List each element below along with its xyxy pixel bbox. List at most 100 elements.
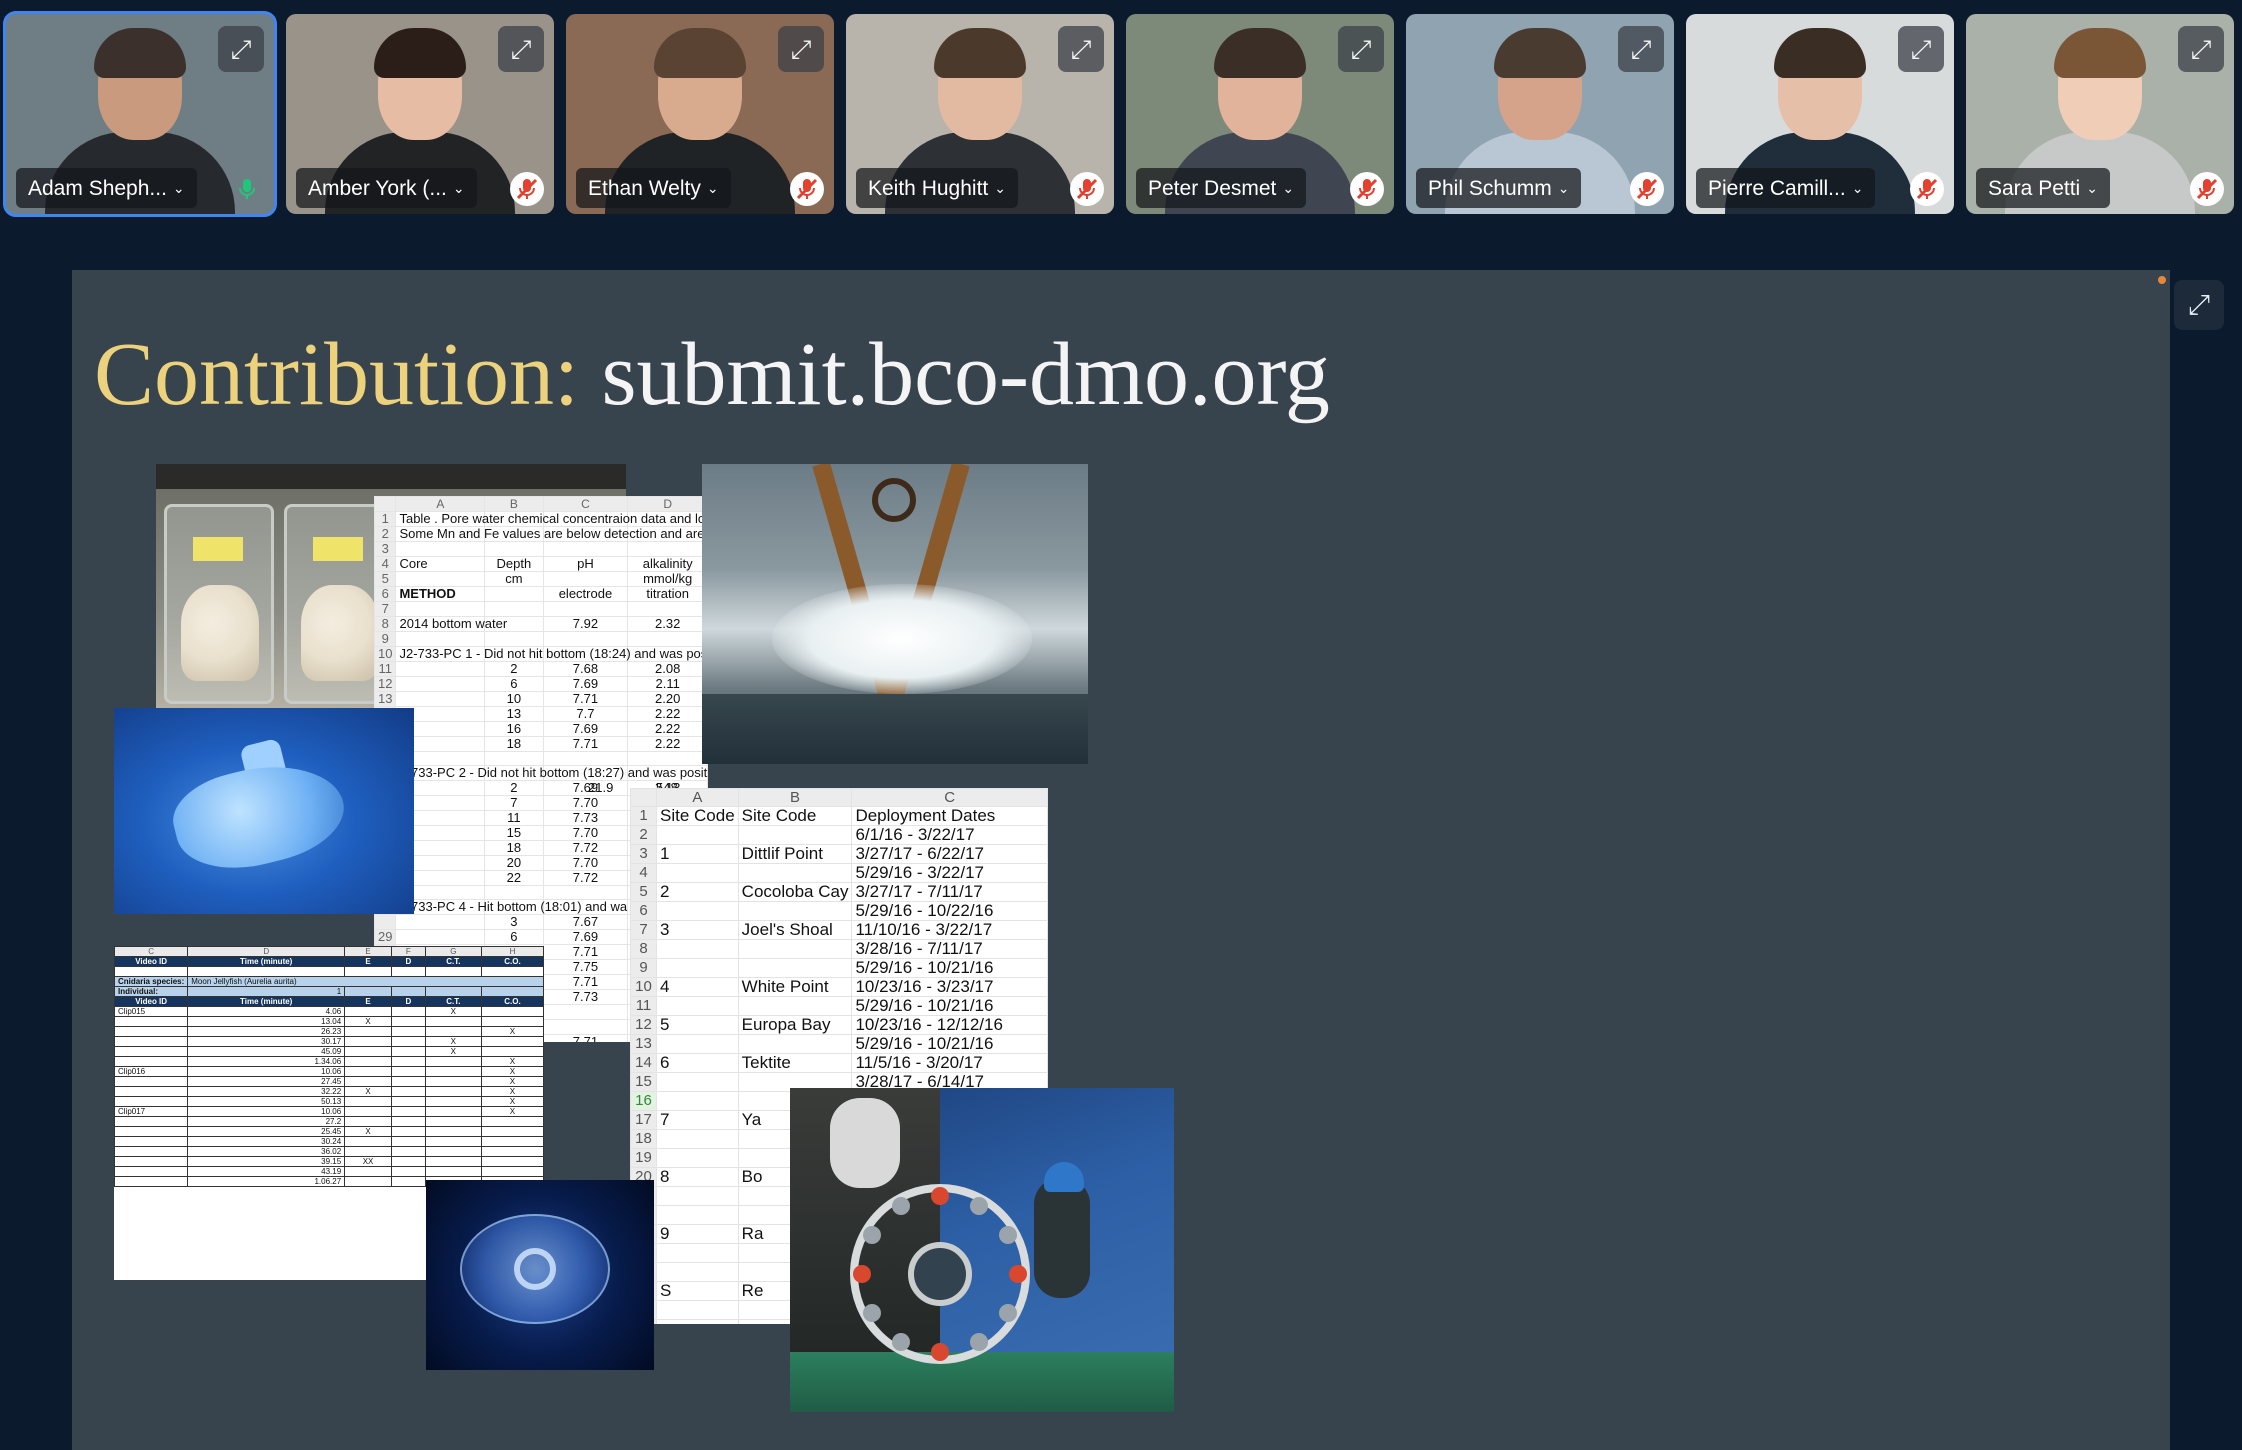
participant-tile[interactable]: ⤢ Peter Desmet ⌄ <box>1126 14 1394 214</box>
table-cell <box>424 985 482 997</box>
mic-muted-icon[interactable] <box>1070 172 1104 206</box>
mic-on-icon[interactable] <box>230 172 264 206</box>
table-cell: 6 <box>630 901 657 921</box>
slide-title: Contribution: submit.bco-dmo.org <box>94 320 1330 430</box>
table-cell: White Point <box>737 977 853 997</box>
table-cell <box>656 1205 739 1225</box>
table-cell: 11 <box>374 661 397 677</box>
table-cell <box>424 1085 482 1097</box>
table-cell: 7.69 <box>542 721 629 737</box>
table-row: 12 5 Europa Bay 10/23/16 - 12/12/16 <box>630 1015 1048 1035</box>
table-cell <box>390 1065 426 1077</box>
table-cell <box>627 750 708 767</box>
table-row: 13.04 X <box>114 1015 544 1027</box>
table-cell <box>480 1035 544 1047</box>
expand-icon[interactable]: ⤢ <box>218 26 264 72</box>
table-cell: 11 <box>484 810 544 827</box>
expand-icon[interactable]: ⤢ <box>1898 26 1944 72</box>
corner-cell <box>630 788 657 807</box>
table-cell: E <box>344 956 392 967</box>
submersible-photo <box>114 708 414 914</box>
table-cell: X <box>480 1065 544 1077</box>
expand-icon[interactable]: ⤢ <box>2178 26 2224 72</box>
table-cell: X <box>480 1085 544 1097</box>
participant-name-button[interactable]: Keith Hughitt ⌄ <box>856 168 1018 208</box>
table-cell <box>390 985 426 997</box>
expand-icon[interactable]: ⤢ <box>778 26 824 72</box>
expand-icon[interactable]: ⤢ <box>2174 280 2224 330</box>
participant-tile[interactable]: ⤢ Adam Sheph... ⌄ <box>3 11 277 217</box>
table-cell: 7 <box>484 795 544 812</box>
table-cell <box>737 863 853 883</box>
participant-tile[interactable]: ⤢ Pierre Camill... ⌄ <box>1686 14 1954 214</box>
participant-tile[interactable]: ⤢ Ethan Welty ⌄ <box>566 14 834 214</box>
participant-tile[interactable]: ⤢ Sara Petti ⌄ <box>1966 14 2234 214</box>
table-cell <box>737 939 853 959</box>
table-cell <box>424 1065 482 1077</box>
table-row: 50.13 X <box>114 1095 544 1107</box>
participant-name-button[interactable]: Sara Petti ⌄ <box>1976 168 2110 208</box>
table-cell: 13 <box>484 706 544 722</box>
table-cell: 16 <box>484 721 544 737</box>
participant-tile[interactable]: ⤢ Keith Hughitt ⌄ <box>846 14 1114 214</box>
table-cell: 7.75 <box>542 959 629 976</box>
table-cell: 1.06.27 <box>187 1175 346 1187</box>
table-cell: 10.06 <box>187 1065 346 1077</box>
participant-name-button[interactable]: Peter Desmet ⌄ <box>1136 168 1307 208</box>
table-cell <box>395 691 486 707</box>
table-cell: 10/23/16 - 12/12/16 <box>851 1015 1048 1035</box>
mic-muted-icon[interactable] <box>2190 172 2224 206</box>
table-cell <box>480 1045 544 1057</box>
participant-name-button[interactable]: Ethan Welty ⌄ <box>576 168 731 208</box>
table-cell: 29 <box>374 929 397 946</box>
table-row: 1 Table . Pore water chemical concentraio… <box>374 511 708 527</box>
table-cell <box>344 1055 392 1067</box>
mic-muted-icon[interactable] <box>1350 172 1384 206</box>
participant-tile[interactable]: ⤢ Amber York (... ⌄ <box>286 14 554 214</box>
table-cell: 18 <box>484 840 544 857</box>
table-cell: 25.45 <box>187 1125 346 1137</box>
table-cell <box>542 750 629 767</box>
chevron-down-icon: ⌄ <box>1851 180 1864 196</box>
table-cell: 5 <box>656 1015 739 1035</box>
table-row: 8 3/28/16 - 7/11/17 <box>630 939 1048 959</box>
table-cell <box>344 1115 392 1127</box>
table-cell <box>395 601 486 617</box>
table-row: 12 6 7.69 2.11 <box>374 676 708 692</box>
table-cell: 19 <box>630 1148 657 1168</box>
mic-muted-icon[interactable] <box>1910 172 1944 206</box>
participant-tile[interactable]: ⤢ Phil Schumm ⌄ <box>1406 14 1674 214</box>
table-cell: 7.71 <box>542 944 629 961</box>
expand-icon[interactable]: ⤢ <box>1338 26 1384 72</box>
table-cell: 2 <box>484 780 544 797</box>
table-cell: 7.73 <box>542 989 629 1006</box>
table-row: Video ID Time (minute) E D C.T. C.O. <box>114 956 544 967</box>
table-cell <box>656 825 739 845</box>
expand-icon[interactable]: ⤢ <box>1058 26 1104 72</box>
table-row: 43.19 <box>114 1165 544 1177</box>
table-cell <box>114 1135 189 1147</box>
participant-name-button[interactable]: Adam Sheph... ⌄ <box>16 168 197 208</box>
table-cell: Site Code <box>737 806 853 826</box>
mic-muted-icon[interactable] <box>1630 172 1664 206</box>
table-cell <box>737 825 853 845</box>
mic-muted-icon[interactable] <box>790 172 824 206</box>
table-cell <box>542 541 629 557</box>
table-cell <box>737 996 853 1016</box>
table-cell: 1.34.06 <box>187 1055 346 1067</box>
table-cell <box>656 958 739 978</box>
expand-icon[interactable]: ⤢ <box>498 26 544 72</box>
mic-muted-icon[interactable] <box>510 172 544 206</box>
table-cell: 10 <box>374 646 397 662</box>
participant-name-button[interactable]: Amber York (... ⌄ <box>296 168 477 208</box>
table-row: Cnidaria species: Moon Jellyfish (Aurelia… <box>114 975 544 987</box>
table-cell: 7.69 <box>542 676 629 692</box>
table-cell: 14 <box>630 1053 657 1073</box>
expand-icon[interactable]: ⤢ <box>1618 26 1664 72</box>
table-cell <box>656 1129 739 1149</box>
table-cell: D <box>390 995 426 1007</box>
participant-name-button[interactable]: Pierre Camill... ⌄ <box>1696 168 1876 208</box>
participant-name-button[interactable]: Phil Schumm ⌄ <box>1416 168 1582 208</box>
table-cell <box>114 1125 189 1137</box>
table-cell: 2 <box>630 825 657 845</box>
